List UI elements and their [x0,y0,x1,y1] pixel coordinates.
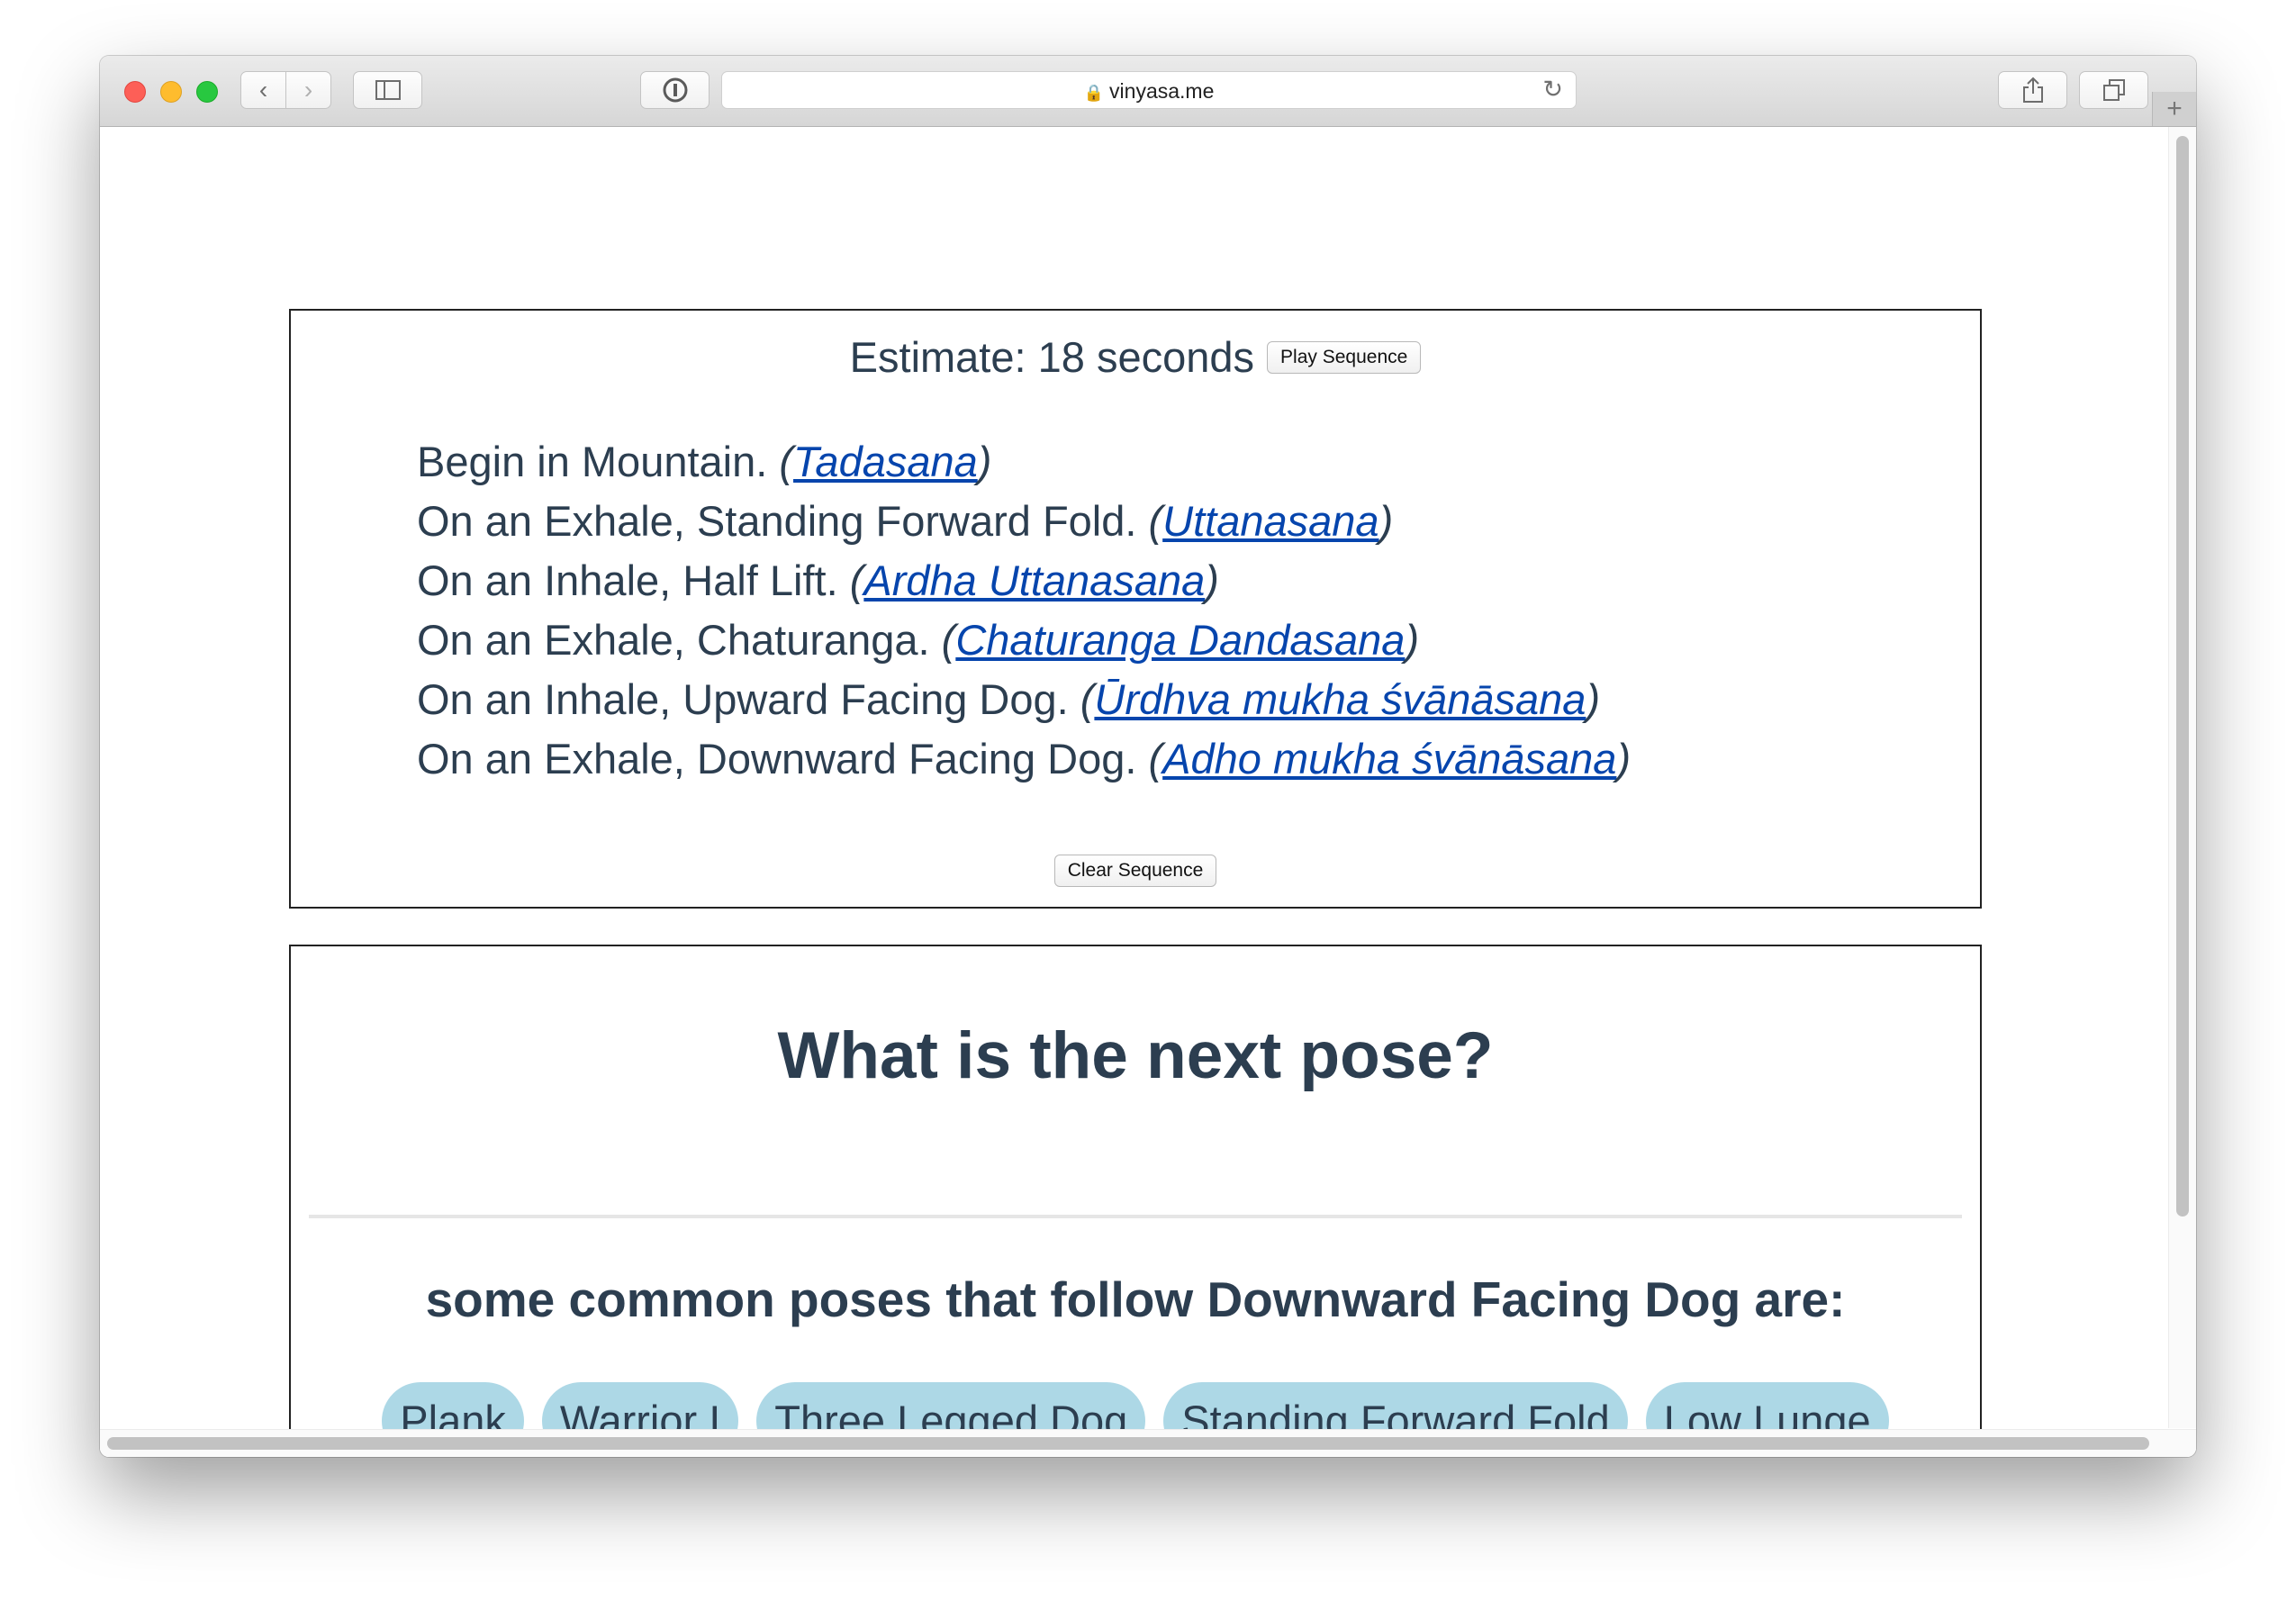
divider [309,1215,1962,1218]
sanskrit-link[interactable]: Ardha Uttanasana [863,556,1205,604]
address-bar[interactable]: 🔒 vinyasa.me ↻ [721,71,1577,109]
lock-icon: 🔒 [1083,84,1105,102]
next-pose-panel: What is the next pose? some common poses… [289,945,1982,1457]
sanskrit-link[interactable]: Adho mukha śvānāsana [1162,735,1616,782]
password-manager-button[interactable] [640,71,710,109]
clear-row: Clear Sequence [291,855,1980,887]
forward-icon[interactable]: › [285,72,330,108]
browser-toolbar: ‹ › 🔒 vinyasa.me ↻ + [100,56,2196,127]
show-tabs-button[interactable] [2079,71,2148,109]
clear-sequence-button[interactable]: Clear Sequence [1053,855,1217,887]
play-sequence-button[interactable]: Play Sequence [1267,340,1422,374]
share-icon [2022,77,2043,103]
reload-icon[interactable]: ↻ [1542,76,1563,104]
sidebar-toggle-button[interactable] [353,71,422,109]
vertical-scrollbar[interactable] [2176,136,2189,1217]
share-button[interactable] [1998,71,2067,109]
sanskrit-link[interactable]: Ūrdhva mukha śvānāsana [1094,675,1586,723]
sidebar-icon [375,80,401,100]
url-text: vinyasa.me [1109,79,1215,103]
next-pose-question: What is the next pose? [777,1019,1494,1092]
sequence-step: On an Inhale, Upward Facing Dog. (Ūrdhva… [417,675,1601,723]
minimize-window-button[interactable] [160,81,182,103]
zoom-window-button[interactable] [196,81,218,103]
sequence-steps: Begin in Mountain. (Tadasana) On an Exha… [417,432,1631,789]
page-viewport: Estimate: 18 seconds Play Sequence Begin … [100,127,2196,1457]
sequence-step: On an Exhale, Chaturanga. (Chaturanga Da… [417,616,1420,664]
sanskrit-link[interactable]: Chaturanga Dandasana [955,616,1405,664]
new-tab-icon[interactable]: + [2152,92,2196,126]
close-window-button[interactable] [124,81,146,103]
estimate-row: Estimate: 18 seconds Play Sequence [291,332,1980,382]
sequence-step: On an Inhale, Half Lift. (Ardha Uttanasa… [417,556,1219,604]
browser-window: ‹ › 🔒 vinyasa.me ↻ + Estimate: 18 seconds… [100,56,2196,1457]
horizontal-scrollbar[interactable] [107,1437,2149,1450]
sequence-step: On an Exhale, Downward Facing Dog. (Adho… [417,735,1632,782]
sequence-panel: Estimate: 18 seconds Play Sequence Begin … [289,309,1982,909]
sequence-step: Begin in Mountain. (Tadasana) [417,438,992,485]
tabs-icon [2102,79,2125,101]
common-poses-heading: some common poses that follow Downward F… [425,1271,1846,1327]
back-icon[interactable]: ‹ [241,72,285,108]
history-nav: ‹ › [240,71,331,109]
sanskrit-link[interactable]: Uttanasana [1162,497,1379,545]
estimate-text: Estimate: 18 seconds [849,333,1255,381]
sequence-step: On an Exhale, Standing Forward Fold. (Ut… [417,497,1394,545]
sanskrit-link[interactable]: Tadasana [793,438,978,485]
password-manager-icon [663,77,687,103]
